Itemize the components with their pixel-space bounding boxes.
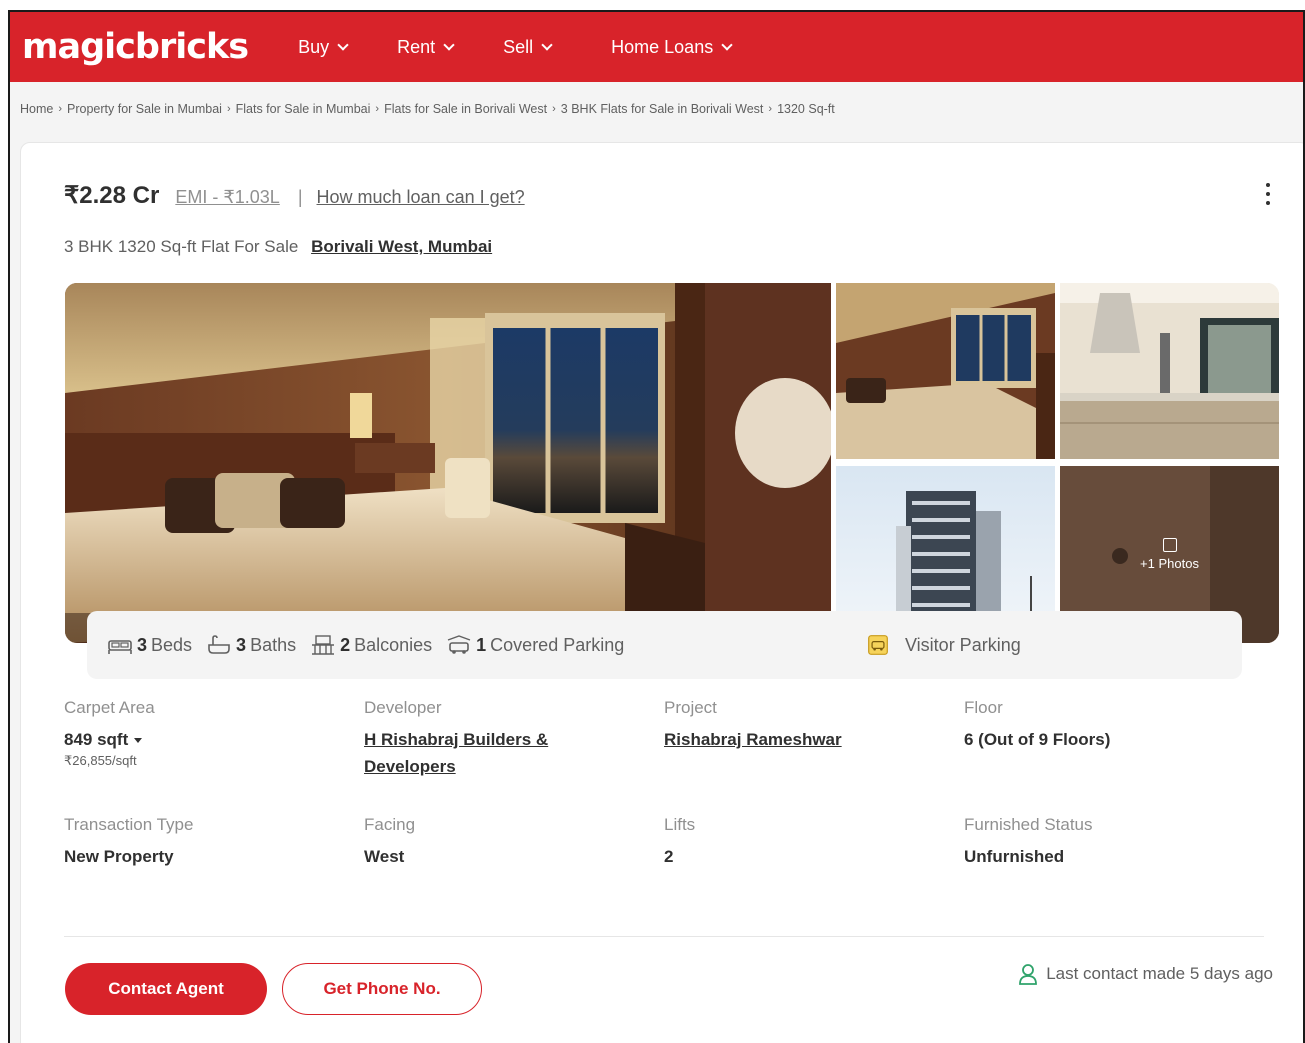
nav-rent-label: Rent: [397, 36, 436, 57]
chevron-down-icon: [443, 38, 455, 51]
detail-developer: Developer H Rishabraj Builders & Develop…: [364, 698, 654, 780]
divider: [64, 936, 1264, 937]
breadcrumb-separator-icon: ›: [58, 103, 63, 115]
user-icon: [1019, 964, 1038, 985]
parking-label: Covered Parking: [490, 634, 625, 655]
amenity-beds: 3 Beds: [107, 634, 192, 656]
carpet-area-value: 849 sqft: [64, 726, 354, 753]
listing-card: ₹2.28 Cr EMI - ₹1.03L | How much loan ca…: [20, 142, 1303, 1043]
breadcrumb-current: 1320 Sq-ft: [777, 102, 835, 116]
emi-link[interactable]: EMI - ₹1.03L: [175, 187, 280, 208]
lifts-value: 2: [664, 847, 674, 866]
more-options-icon[interactable]: [1263, 179, 1273, 209]
visitor-parking-icon: [868, 635, 888, 655]
listing-title-text: 3 BHK 1320 Sq-ft Flat For Sale: [64, 237, 299, 256]
amenity-covered-parking: 1 Covered Parking: [446, 634, 624, 656]
breadcrumb-separator-icon: ›: [768, 103, 773, 115]
listing-price: ₹2.28 Cr: [64, 182, 160, 209]
transaction-label: Transaction Type: [64, 815, 194, 834]
amenities-strip: 3 Beds 3 Baths 2 Balconies 1 Covered Par…: [87, 611, 1242, 679]
main-nav: Buy Rent Sell Home Loans: [298, 36, 733, 58]
nav-home-loans[interactable]: Home Loans: [611, 36, 733, 58]
nav-sell-label: Sell: [503, 36, 534, 57]
last-contact-info: Last contact made 5 days ago: [1018, 963, 1273, 985]
breadcrumb-property-sale-mumbai[interactable]: Property for Sale in Mumbai: [67, 102, 222, 116]
more-photos-label: +1 Photos: [1140, 556, 1199, 571]
nav-buy[interactable]: Buy: [298, 36, 349, 58]
listing-location-link[interactable]: Borivali West, Mumbai: [311, 237, 492, 256]
project-link[interactable]: Rishabraj Rameshwar: [664, 726, 954, 753]
nav-home-loans-label: Home Loans: [611, 36, 714, 57]
detail-carpet-area: Carpet Area 849 sqft ₹26,855/sqft: [64, 698, 354, 769]
furnished-value: Unfurnished: [964, 847, 1065, 866]
price-row: ₹2.28 Cr EMI - ₹1.03L | How much loan ca…: [64, 181, 525, 210]
last-contact-text: Last contact made 5 days ago: [1046, 964, 1273, 983]
main-photo-bedroom[interactable]: [65, 283, 831, 643]
balconies-count: 2: [340, 634, 351, 655]
car-parking-icon: [447, 635, 471, 654]
developer-link[interactable]: H Rishabraj Builders & Developers: [364, 726, 594, 780]
detail-lifts: Lifts 2: [664, 815, 954, 870]
thumbnail-photo-kitchen[interactable]: [1060, 283, 1279, 459]
nav-sell[interactable]: Sell: [503, 36, 553, 58]
chevron-down-icon: [337, 38, 349, 51]
separator: |: [297, 187, 303, 207]
beds-label: Beds: [151, 634, 193, 655]
project-label: Project: [664, 698, 717, 717]
amenity-balconies: 2 Balconies: [310, 634, 432, 656]
breadcrumb: Home › Property for Sale in Mumbai › Fla…: [20, 102, 835, 116]
carpet-area-text: 849 sqft: [64, 730, 129, 749]
floor-value: 6 (Out of 9 Floors): [964, 730, 1111, 749]
image-icon: [1162, 538, 1177, 552]
loan-eligibility-link[interactable]: How much loan can I get?: [317, 187, 525, 208]
breadcrumb-flats-sale-mumbai[interactable]: Flats for Sale in Mumbai: [236, 102, 371, 116]
detail-furnished-status: Furnished Status Unfurnished: [964, 815, 1254, 870]
breadcrumb-separator-icon: ›: [226, 103, 231, 115]
price-per-sqft: ₹26,855/sqft: [64, 753, 137, 768]
bathtub-icon: [208, 635, 230, 654]
breadcrumb-home[interactable]: Home: [20, 102, 53, 116]
carpet-area-label: Carpet Area: [64, 698, 155, 717]
breadcrumb-flats-sale-borivali[interactable]: Flats for Sale in Borivali West: [384, 102, 547, 116]
amenity-baths: 3 Baths: [206, 634, 296, 656]
balconies-label: Balconies: [354, 634, 433, 655]
detail-project: Project Rishabraj Rameshwar: [664, 698, 954, 753]
transaction-value: New Property: [64, 847, 174, 866]
detail-transaction-type: Transaction Type New Property: [64, 815, 354, 870]
facing-label: Facing: [364, 815, 416, 834]
visitor-parking-label: Visitor Parking: [905, 634, 1021, 655]
contact-agent-button[interactable]: Contact Agent: [65, 963, 267, 1015]
nav-rent[interactable]: Rent: [397, 36, 455, 58]
facing-value: West: [364, 847, 405, 866]
amenity-visitor-parking: Visitor Parking: [865, 634, 1021, 656]
listing-title: 3 BHK 1320 Sq-ft Flat For Sale Borivali …: [64, 237, 492, 257]
top-header: magicbricks Buy Rent Sell Home Loans: [10, 12, 1303, 82]
floor-label: Floor: [964, 698, 1003, 717]
photo-gallery: +1 Photos: [65, 283, 1279, 643]
get-phone-button[interactable]: Get Phone No.: [282, 963, 482, 1015]
breadcrumb-separator-icon: ›: [552, 103, 556, 115]
furnished-label: Furnished Status: [964, 815, 1093, 834]
nav-buy-label: Buy: [298, 36, 330, 57]
lifts-label: Lifts: [664, 815, 696, 834]
bed-icon: [108, 640, 132, 654]
parking-count: 1: [476, 634, 487, 655]
breadcrumb-separator-icon: ›: [375, 103, 380, 115]
thumbnail-photo-bedroom[interactable]: [836, 283, 1055, 459]
browser-frame: magicbricks Buy Rent Sell Home Loans Hom…: [8, 10, 1305, 1043]
beds-count: 3: [137, 634, 148, 655]
developer-label: Developer: [364, 698, 442, 717]
unit-dropdown-icon[interactable]: [134, 738, 143, 744]
chevron-down-icon: [541, 38, 553, 51]
balcony-icon: [312, 635, 335, 655]
chevron-down-icon: [721, 38, 733, 51]
detail-floor: Floor 6 (Out of 9 Floors): [964, 698, 1254, 753]
detail-facing: Facing West: [364, 815, 654, 870]
site-logo[interactable]: magicbricks: [22, 27, 249, 67]
breadcrumb-3bhk-borivali[interactable]: 3 BHK Flats for Sale in Borivali West: [561, 102, 764, 116]
baths-label: Baths: [250, 634, 297, 655]
baths-count: 3: [236, 634, 247, 655]
